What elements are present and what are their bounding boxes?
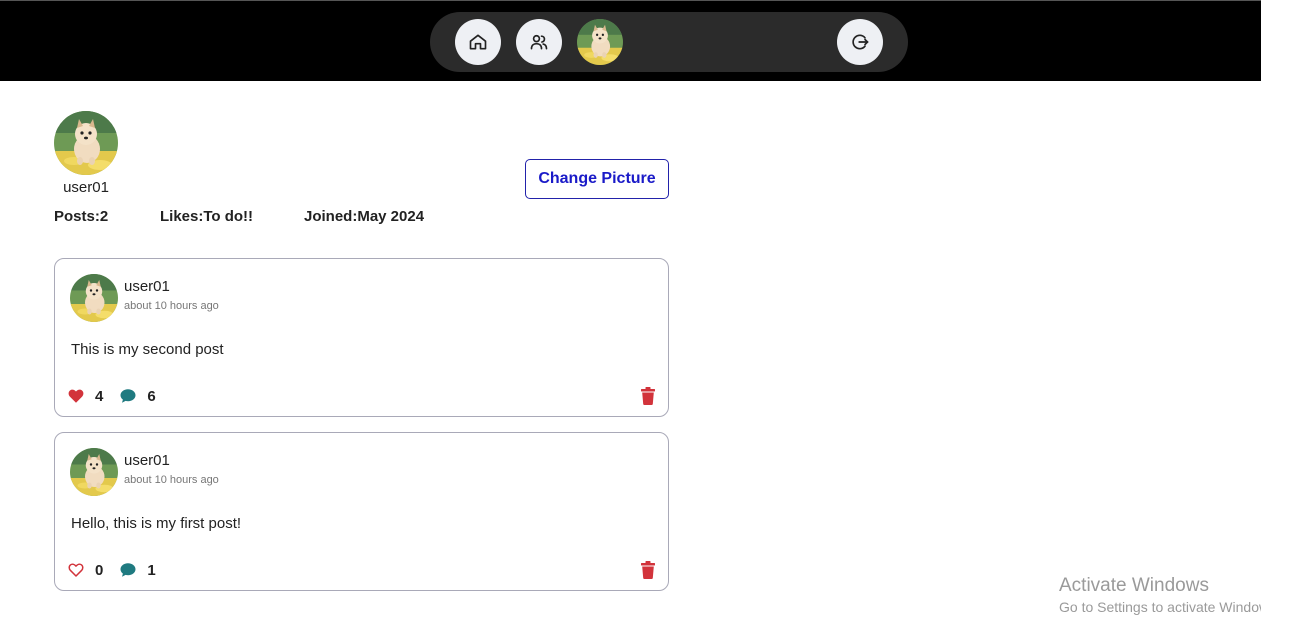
nav-pill bbox=[430, 12, 908, 72]
post-author-name[interactable]: user01 bbox=[124, 278, 170, 295]
joined-stat: Joined:May 2024 bbox=[304, 208, 425, 225]
comment-icon bbox=[120, 563, 136, 577]
comment-button[interactable] bbox=[119, 387, 137, 405]
home-button[interactable] bbox=[455, 19, 501, 65]
heart-outline-icon bbox=[68, 563, 84, 577]
post-author-avatar[interactable] bbox=[70, 274, 118, 322]
heart-filled-icon bbox=[68, 389, 84, 403]
trash-icon bbox=[641, 387, 655, 405]
post-actions: 4 6 bbox=[67, 387, 172, 405]
likes-stat: Likes:To do!! bbox=[160, 208, 254, 225]
post-actions: 0 1 bbox=[67, 561, 172, 579]
avatar-image bbox=[70, 274, 118, 322]
comment-button[interactable] bbox=[119, 561, 137, 579]
home-icon bbox=[469, 34, 487, 50]
post-content: This is my second post bbox=[71, 341, 224, 358]
like-count: 0 bbox=[95, 561, 104, 579]
comment-count: 6 bbox=[147, 387, 156, 405]
post-content: Hello, this is my first post! bbox=[71, 515, 242, 532]
comment-icon bbox=[120, 389, 136, 403]
logout-icon bbox=[852, 34, 869, 50]
trash-icon bbox=[641, 561, 655, 579]
avatar bbox=[577, 19, 623, 65]
like-count: 4 bbox=[95, 387, 104, 405]
post-card: user01 about 10 hours ago Hello, this is… bbox=[54, 432, 669, 591]
users-icon bbox=[530, 34, 548, 50]
comment-count: 1 bbox=[147, 561, 156, 579]
friends-button[interactable] bbox=[516, 19, 562, 65]
profile-avatar-button[interactable] bbox=[577, 19, 623, 65]
post-timestamp: about 10 hours ago bbox=[124, 300, 219, 312]
logout-button[interactable] bbox=[837, 19, 883, 65]
windows-activation-title: Activate Windows bbox=[1059, 575, 1209, 596]
change-picture-button[interactable]: Change Picture bbox=[525, 159, 669, 199]
post-timestamp: about 10 hours ago bbox=[124, 474, 219, 486]
top-navbar bbox=[0, 0, 1261, 81]
posts-stat: Posts:2 bbox=[54, 208, 109, 225]
avatar-image bbox=[54, 111, 118, 175]
post-author-avatar[interactable] bbox=[70, 448, 118, 496]
delete-post-button[interactable] bbox=[640, 387, 656, 405]
like-button[interactable] bbox=[67, 387, 85, 405]
delete-post-button[interactable] bbox=[640, 561, 656, 579]
profile-username: user01 bbox=[63, 179, 109, 196]
profile-avatar bbox=[54, 111, 118, 175]
like-button[interactable] bbox=[67, 561, 85, 579]
post-author-name[interactable]: user01 bbox=[124, 452, 170, 469]
windows-activation-subtitle: Go to Settings to activate Windows. bbox=[1059, 599, 1261, 615]
avatar-image bbox=[70, 448, 118, 496]
post-card: user01 about 10 hours ago This is my sec… bbox=[54, 258, 669, 417]
